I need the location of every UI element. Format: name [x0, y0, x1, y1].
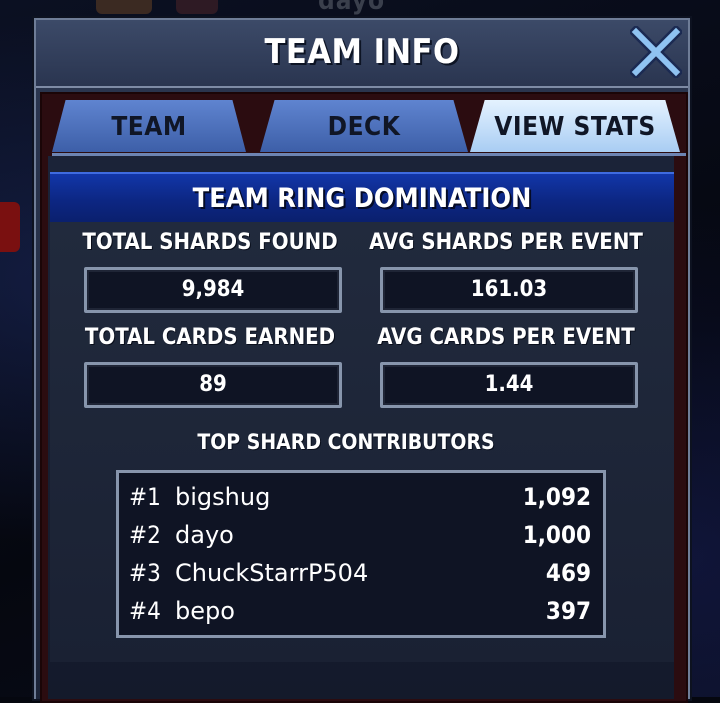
contributor-shards: 1,092: [522, 483, 591, 511]
close-button[interactable]: [628, 24, 684, 80]
contributor-shards: 1,000: [522, 521, 591, 549]
tab-team[interactable]: TEAM: [52, 100, 246, 152]
close-x-icon: [628, 24, 684, 80]
avg-cards-per-event-label: AVG CARDS PER EVENT: [377, 325, 635, 350]
top-contributors-title: TOP SHARD CONTRIBUTORS: [197, 430, 495, 454]
tab-bar: TEAM DECK VIEW STATS: [52, 100, 686, 156]
total-shards-found-value: 9,984: [84, 267, 342, 313]
contributor-name: bepo: [175, 597, 235, 625]
contributor-rank: #3: [129, 559, 161, 587]
contributor-shards: 397: [545, 597, 591, 625]
contributor-name: bigshug: [175, 483, 271, 511]
background-emblem-thumb: [176, 0, 218, 14]
dialog-title-bar: TEAM INFO: [36, 20, 688, 88]
contributor-name: dayo: [175, 521, 234, 549]
total-cards-earned-value: 89: [84, 362, 342, 408]
list-item[interactable]: #2 dayo 1,000: [129, 517, 591, 555]
dialog-title: TEAM INFO: [264, 32, 460, 72]
contributor-name: ChuckStarrP504: [175, 559, 369, 587]
contributor-rank: #2: [129, 521, 161, 549]
top-contributors-list: #1 bigshug 1,092 #2 dayo 1,000 #3 ChuckS…: [116, 470, 606, 638]
contributor-rank: #1: [129, 483, 161, 511]
avg-shards-per-event-value: 161.03: [380, 267, 638, 313]
contributor-shards: 469: [545, 559, 591, 587]
avg-shards-per-event-label: AVG SHARDS PER EVENT: [369, 230, 643, 255]
list-item[interactable]: #4 bepo 397: [129, 593, 591, 631]
background-player-name: dayo: [318, 0, 386, 16]
tab-deck[interactable]: DECK: [260, 100, 468, 152]
tab-view-stats[interactable]: VIEW STATS: [470, 100, 680, 152]
contributor-rank: #4: [129, 597, 161, 625]
list-item[interactable]: #1 bigshug 1,092: [129, 479, 591, 517]
section-header: TEAM RING DOMINATION: [50, 172, 674, 226]
avg-cards-per-event-value: 1.44: [380, 362, 638, 408]
list-item[interactable]: #3 ChuckStarrP504 469: [129, 555, 591, 593]
total-cards-earned-label: TOTAL CARDS EARNED: [84, 325, 336, 350]
total-shards-found-label: TOTAL SHARDS FOUND: [82, 230, 338, 255]
background-avatar-thumb: [96, 0, 152, 14]
team-info-dialog: TEAM INFO TEAM DECK VIEW STATS TEAM RING…: [34, 18, 690, 703]
background-red-badge: [0, 202, 20, 252]
